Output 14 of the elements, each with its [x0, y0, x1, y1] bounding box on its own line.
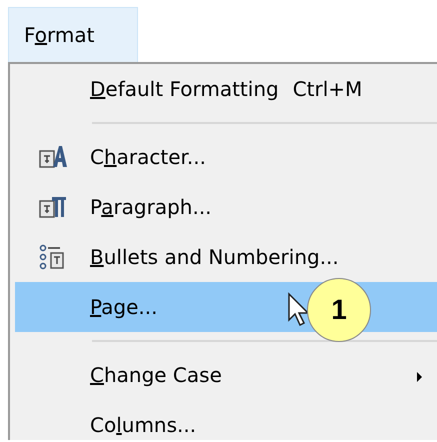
- menu-item[interactable]: Paragraph...: [15, 182, 437, 232]
- shortcut-label: Ctrl+M: [292, 76, 362, 103]
- menu-item-label: Bullets and Numbering...: [90, 244, 339, 271]
- menu-item[interactable]: Change Case: [15, 350, 437, 400]
- menu-item-label: Change Case: [90, 362, 222, 389]
- character-icon: [38, 143, 68, 171]
- menu-item-label: Paragraph...: [90, 194, 212, 221]
- menu-item-label: Default Formatting: [90, 76, 279, 103]
- menu-item[interactable]: Default Formatting Ctrl+M: [15, 64, 437, 114]
- menu-item[interactable]: Columns...: [15, 400, 437, 442]
- menu-item-label: Columns...: [90, 412, 196, 439]
- menu-item[interactable]: Character...: [15, 132, 437, 182]
- menu-item-label: Character...: [90, 144, 206, 171]
- menu-item-label: Page...: [90, 294, 158, 321]
